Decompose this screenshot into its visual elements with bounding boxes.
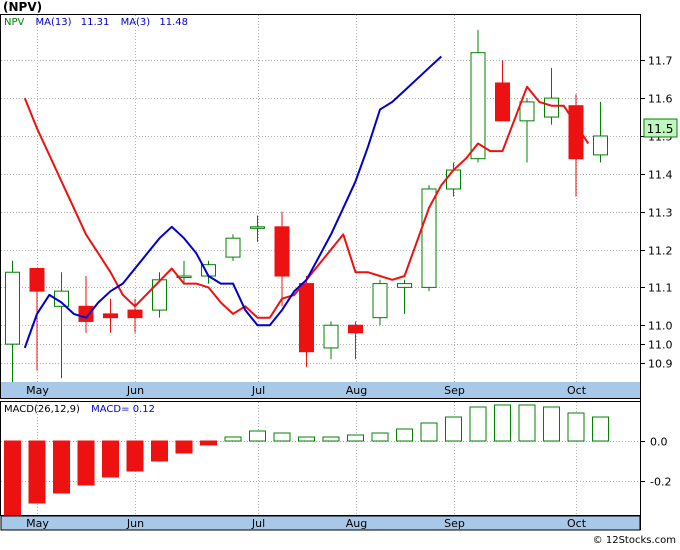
macd-xtick-label: May (26, 517, 49, 530)
candle-body (225, 237, 241, 258)
legend-ma13-label: MA(13) (36, 17, 72, 28)
candle-body (544, 97, 559, 118)
macd-xtick-label: Jul (251, 517, 265, 530)
macd-bar (494, 404, 511, 442)
price-ytick-label: 11.0 (648, 339, 673, 352)
stock-chart: 11.7 11.6 11.5 11.4 11.3 11.2 11.1 11.0 11.0 10.9… (0, 0, 680, 546)
price-ytick-label: 10.9 (648, 358, 673, 371)
price-xtick-label: May (26, 384, 49, 397)
legend-macd-eq: MACD= (91, 404, 129, 415)
candle-body (348, 324, 363, 334)
macd-bar (396, 428, 413, 442)
macd-bar (249, 430, 266, 442)
macd-bar (4, 440, 21, 516)
legend-ma13-value: 11.31 (81, 17, 110, 28)
legend-macd-label: MACD(26,12,9) (4, 404, 80, 415)
macd-bar (53, 440, 70, 494)
price-xtick-label: Oct (567, 384, 587, 397)
candle-body (519, 101, 535, 122)
price-ytick-label: 11.6 (648, 93, 673, 106)
price-xtick-label: Jun (126, 384, 144, 397)
candle-body (152, 279, 167, 311)
candle-body (103, 313, 118, 319)
candle-body (5, 271, 20, 345)
macd-ytick-label: 0.0 (650, 436, 668, 449)
macd-bar (273, 432, 291, 442)
macd-bar (298, 436, 315, 442)
macd-ytick-label: -0.2 (650, 476, 671, 489)
price-axis-band (1, 382, 640, 398)
current-price-label: 11.5 (647, 122, 674, 136)
macd-xtick-label: Aug (346, 517, 367, 530)
candle-body (397, 283, 412, 288)
macd-y-axis: 0.0 -0.2 (640, 436, 671, 489)
candle (421, 185, 437, 292)
price-xtick-label: Jul (251, 384, 265, 397)
macd-bar (322, 436, 340, 442)
legend-symbol: NPV (4, 17, 25, 28)
price-ytick-label: 11.4 (648, 169, 673, 182)
price-ytick-label: 11.2 (648, 245, 673, 258)
legend-macd-value: 0.12 (133, 404, 155, 415)
price-xtick-label: Sep (444, 384, 465, 397)
price-ytick-label: 11.7 (648, 55, 673, 68)
candle-body (29, 267, 45, 292)
candle-body (78, 305, 94, 322)
copyright: © 12Stocks.com (593, 535, 676, 546)
candle-body (593, 135, 608, 156)
macd-legend: MACD(26,12,9) MACD= 0.12 (4, 404, 155, 415)
macd-bar (469, 406, 487, 442)
macd-bar (28, 440, 46, 504)
candle (225, 234, 241, 261)
macd-bar (347, 434, 364, 442)
macd-bar (518, 404, 536, 442)
macd-xtick-label: Jun (126, 517, 144, 530)
macd-bar (224, 436, 242, 442)
candle-body (421, 188, 437, 288)
price-panel-frame (0, 14, 641, 399)
candle-body (323, 324, 339, 349)
candle-body (495, 82, 510, 122)
macd-bar (175, 440, 193, 454)
macd-bar (200, 440, 217, 446)
macd-bar (567, 412, 585, 442)
price-ytick-label: 11.0 (648, 320, 673, 333)
macd-bar (543, 406, 560, 442)
candle-body (372, 283, 388, 319)
price-xtick-label: Aug (346, 384, 367, 397)
macd-bar (592, 416, 609, 442)
macd-xtick-label: Oct (567, 517, 587, 530)
macd-bar (420, 422, 438, 442)
macd-bar (77, 440, 95, 486)
price-ytick-label: 11.3 (648, 207, 673, 220)
candle-body (299, 283, 314, 353)
candle-body (127, 309, 143, 319)
macd-bar (371, 432, 389, 442)
price-y-axis: 11.7 11.6 11.5 11.4 11.3 11.2 11.1 11.0 11.0 10.9 (640, 55, 673, 371)
macd-xtick-label: Sep (444, 517, 465, 530)
symbol-title: (NPV) (3, 0, 42, 14)
macd-bar (445, 416, 462, 442)
candle-body (446, 169, 461, 190)
price-ytick-label: 11.1 (648, 282, 673, 295)
legend-ma3-label: MA(3) (121, 17, 151, 28)
legend-ma3-value: 11.48 (159, 17, 188, 28)
candle-body (274, 226, 290, 277)
macd-axis-band (0, 515, 641, 531)
candle-body (250, 226, 265, 229)
macd-bar (151, 440, 168, 462)
macd-bar (126, 440, 144, 472)
macd-bar (102, 440, 119, 478)
chart-canvas: 11.7 11.6 11.5 11.4 11.3 11.2 11.1 11.0 11.0 10.9… (0, 0, 678, 546)
